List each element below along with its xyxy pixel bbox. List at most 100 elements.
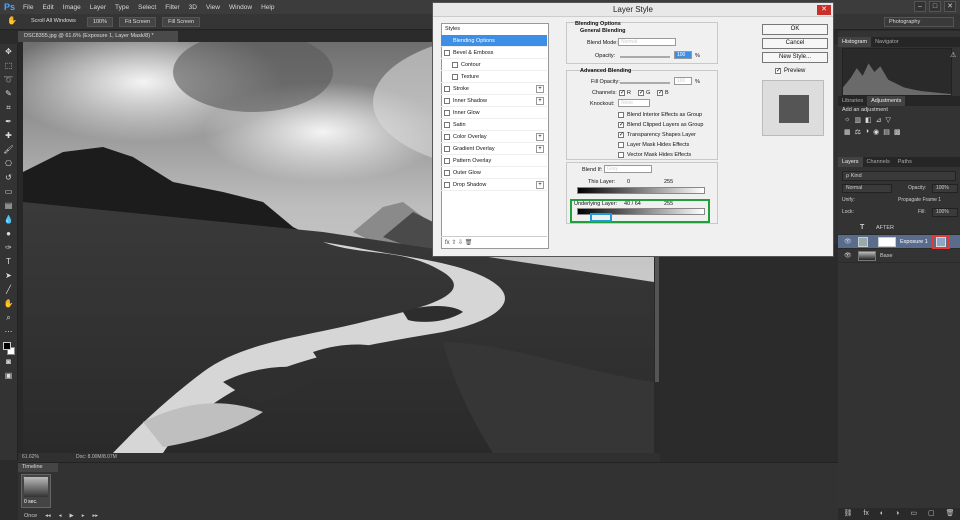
eyedropper-tool-icon[interactable]: ✒ xyxy=(3,116,15,128)
delete-layer-icon[interactable]: 🗑 xyxy=(946,508,955,520)
layer-mask-thumbnail[interactable] xyxy=(878,237,896,247)
style-item-bevel-emboss[interactable]: Bevel & Emboss xyxy=(441,47,547,59)
new-style-button[interactable]: New Style... xyxy=(762,52,828,63)
option-checkbox[interactable]: ✓ xyxy=(618,132,624,138)
hand-tool-icon[interactable]: ✋ xyxy=(3,298,15,310)
menu-help[interactable]: Help xyxy=(261,4,274,11)
option-row-layer-mask-hides-effects[interactable]: Layer Mask Hides Effects xyxy=(618,141,718,150)
new-group-icon[interactable]: ▭ xyxy=(910,508,917,520)
knockout-select[interactable]: None xyxy=(618,99,650,107)
pen-tool-icon[interactable]: ✑ xyxy=(3,242,15,254)
more-tools-icon[interactable]: ⋯ xyxy=(3,326,15,338)
style-checkbox[interactable] xyxy=(444,182,450,188)
layer-row-after[interactable]: T AFTER xyxy=(838,221,960,235)
channel-g-checkbox[interactable]: ✓ xyxy=(638,90,644,96)
layer-name[interactable]: AFTER xyxy=(876,221,894,235)
style-checkbox[interactable] xyxy=(444,98,450,104)
blur-tool-icon[interactable]: 💧 xyxy=(3,214,15,226)
propagate-frame-checkbox[interactable]: Propagate Frame 1 xyxy=(898,197,941,203)
option-checkbox[interactable] xyxy=(618,142,624,148)
brightness-icon[interactable]: ☼ xyxy=(844,116,850,124)
menu-edit[interactable]: Edit xyxy=(43,4,54,11)
visibility-eye-icon[interactable]: 👁 xyxy=(844,249,852,263)
this-layer-gradient[interactable] xyxy=(577,187,705,194)
menu-image[interactable]: Image xyxy=(63,4,81,11)
healing-tool-icon[interactable]: ✚ xyxy=(3,130,15,142)
style-item-contour[interactable]: Contour xyxy=(441,59,547,71)
opacity-field[interactable]: 100 xyxy=(674,51,692,59)
scroll-all-windows-checkbox[interactable]: Scroll All Windows xyxy=(26,17,81,27)
histogram-warning-icon[interactable]: ⚠ xyxy=(950,51,956,59)
prev-frame-button[interactable]: ◂ xyxy=(59,513,62,519)
hue-saturation-icon[interactable]: ▦ xyxy=(844,128,851,136)
layer-fill-field[interactable]: 100% xyxy=(932,208,958,217)
timeline-tab[interactable]: Timeline xyxy=(18,463,58,472)
style-checkbox[interactable] xyxy=(444,158,450,164)
move-tool-icon[interactable]: ✥ xyxy=(3,46,15,58)
zoom-tool-icon[interactable]: ⌕ xyxy=(3,312,15,324)
crop-tool-icon[interactable]: ⌗ xyxy=(3,102,15,114)
menu-file[interactable]: File xyxy=(23,4,33,11)
menu-3d[interactable]: 3D xyxy=(189,4,197,11)
tab-paths[interactable]: Paths xyxy=(894,157,916,167)
marquee-tool-icon[interactable]: ⬚ xyxy=(3,60,15,72)
tab-libraries[interactable]: Libraries xyxy=(838,96,867,106)
style-checkbox[interactable] xyxy=(452,74,458,80)
brush-tool-icon[interactable]: 🖌 xyxy=(3,144,15,156)
blend-mode-select[interactable]: Normal xyxy=(618,38,676,46)
style-item-gradient-overlay[interactable]: Gradient Overlay + xyxy=(441,143,547,155)
eraser-tool-icon[interactable]: ▭ xyxy=(3,186,15,198)
add-style-instance-icon[interactable]: + xyxy=(536,97,544,105)
fit-screen-button[interactable]: Fit Screen xyxy=(119,16,157,27)
close-icon[interactable]: ✕ xyxy=(817,5,831,15)
style-checkbox[interactable] xyxy=(444,134,450,140)
first-frame-button[interactable]: ◂◂ xyxy=(45,513,51,519)
option-checkbox[interactable]: ✓ xyxy=(618,122,624,128)
style-item-color-overlay[interactable]: Color Overlay + xyxy=(441,131,547,143)
option-checkbox[interactable] xyxy=(618,112,624,118)
layer-row-base[interactable]: 👁 Base xyxy=(838,249,960,263)
play-button[interactable]: ▶ xyxy=(69,513,73,519)
style-checkbox[interactable] xyxy=(452,62,458,68)
visibility-eye-icon[interactable]: 👁 xyxy=(844,235,852,249)
menu-filter[interactable]: Filter xyxy=(165,4,179,11)
next-frame-button[interactable]: ▸ xyxy=(82,513,85,519)
option-row-vector-mask-hides-effects[interactable]: Vector Mask Hides Effects xyxy=(618,151,718,160)
layer-name[interactable]: Base xyxy=(880,249,893,263)
add-style-icon[interactable]: fx xyxy=(863,508,868,520)
curves-icon[interactable]: ◧ xyxy=(865,116,872,124)
layer-opacity-field[interactable]: 100% xyxy=(932,184,958,193)
link-layers-icon[interactable]: ⛓ xyxy=(844,508,853,520)
layer-blend-mode-select[interactable]: Normal xyxy=(842,184,892,193)
frame-duration[interactable]: 0 sec. xyxy=(24,499,37,505)
add-style-instance-icon[interactable]: + xyxy=(536,181,544,189)
style-checkbox[interactable] xyxy=(444,146,450,152)
color-balance-icon[interactable]: ⚖ xyxy=(855,128,861,136)
line-tool-icon[interactable]: ╱ xyxy=(3,284,15,296)
screen-mode-icon[interactable]: ▣ xyxy=(3,370,15,382)
option-row-blend-interior-effects-as-group[interactable]: Blend Interior Effects as Group xyxy=(618,111,718,120)
zoom-100-button[interactable]: 100% xyxy=(86,16,114,27)
style-item-pattern-overlay[interactable]: Pattern Overlay xyxy=(441,155,547,167)
menu-layer[interactable]: Layer xyxy=(90,4,106,11)
workspace-select[interactable]: Photography xyxy=(884,17,954,27)
tab-histogram[interactable]: Histogram xyxy=(838,37,872,47)
add-style-instance-icon[interactable]: + xyxy=(536,85,544,93)
loop-select[interactable]: Once xyxy=(24,513,37,519)
levels-icon[interactable]: ▥ xyxy=(854,116,861,124)
stamp-tool-icon[interactable]: ⎔ xyxy=(3,158,15,170)
layer-name[interactable]: Exposure 1 xyxy=(900,235,928,249)
option-row-transparency-shapes-layer[interactable]: ✓ Transparency Shapes Layer xyxy=(618,131,718,140)
style-item-texture[interactable]: Texture xyxy=(441,71,547,83)
channel-b-checkbox[interactable]: ✓ xyxy=(657,90,663,96)
blend-if-select[interactable]: Gray xyxy=(604,165,652,173)
split-slider-handles[interactable] xyxy=(590,213,612,222)
fill-opacity-slider[interactable] xyxy=(620,82,670,84)
new-adjustment-icon[interactable]: ◑ xyxy=(895,508,899,520)
vibrance-icon[interactable]: ▽ xyxy=(886,116,891,124)
maximize-button[interactable]: □ xyxy=(929,1,941,12)
new-layer-icon[interactable]: ▢ xyxy=(928,508,935,520)
channel-mixer-icon[interactable]: ▤ xyxy=(883,128,890,136)
menu-window[interactable]: Window xyxy=(229,4,252,11)
menu-type[interactable]: Type xyxy=(115,4,129,11)
